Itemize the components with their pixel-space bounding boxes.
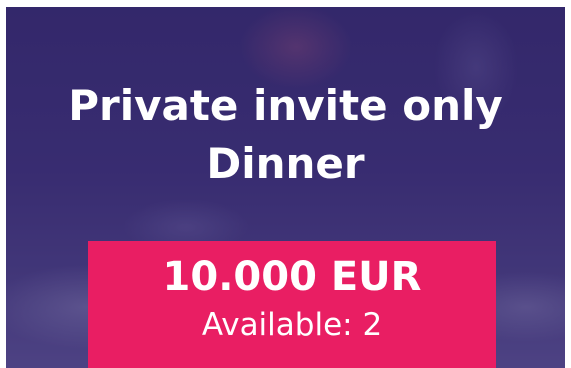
event-price: 10.000 EUR xyxy=(162,254,422,300)
page: Private invite only Dinner 10.000 EUR Av… xyxy=(0,0,571,368)
event-title: Private invite only Dinner xyxy=(68,81,503,188)
event-card[interactable]: Private invite only Dinner 10.000 EUR Av… xyxy=(6,7,565,368)
price-box: 10.000 EUR Available: 2 xyxy=(88,241,496,368)
availability-label: Available: 2 xyxy=(201,307,383,343)
